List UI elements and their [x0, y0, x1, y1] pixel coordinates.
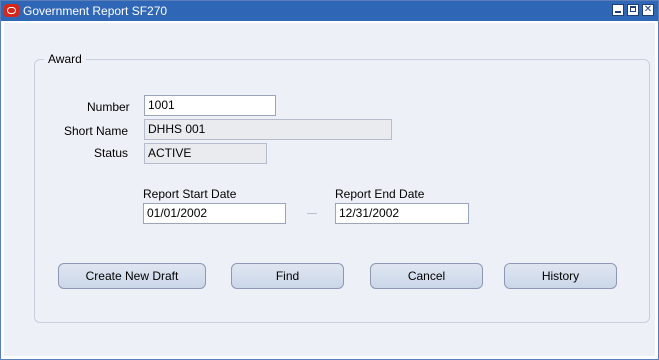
create-new-draft-button[interactable]: Create New Draft: [58, 263, 206, 289]
oracle-logo-icon: [4, 4, 19, 17]
maximize-icon: [630, 6, 636, 12]
find-button[interactable]: Find: [231, 263, 344, 289]
form-client-area: Award Number 1001 Short Name DHHS 001 St…: [4, 23, 655, 356]
report-end-date-label: Report End Date: [335, 187, 425, 201]
report-start-date-label: Report Start Date: [143, 187, 237, 201]
close-button[interactable]: ✕: [642, 4, 654, 16]
status-field: ACTIVE: [144, 143, 267, 164]
minimize-button[interactable]: [612, 4, 624, 16]
report-start-date-field[interactable]: 01/01/2002: [143, 203, 286, 224]
app-window: Government Report SF270 ✕ Award Number 1…: [0, 0, 659, 360]
title-bar[interactable]: Government Report SF270 ✕: [1, 1, 658, 21]
number-label: Number: [87, 100, 130, 114]
maximize-button[interactable]: [627, 4, 639, 16]
minimize-icon: [615, 11, 621, 13]
date-range-separator: [307, 213, 317, 214]
short-name-field: DHHS 001: [144, 119, 392, 140]
report-end-date-field[interactable]: 12/31/2002: [335, 203, 469, 224]
history-button[interactable]: History: [504, 263, 617, 289]
number-field[interactable]: 1001: [144, 95, 276, 116]
short-name-label: Short Name: [64, 124, 129, 138]
window-title: Government Report SF270: [23, 4, 168, 18]
close-icon: ✕: [643, 4, 653, 15]
award-group-label: Award: [44, 52, 86, 66]
cancel-button[interactable]: Cancel: [370, 263, 483, 289]
status-label: Status: [94, 146, 129, 160]
